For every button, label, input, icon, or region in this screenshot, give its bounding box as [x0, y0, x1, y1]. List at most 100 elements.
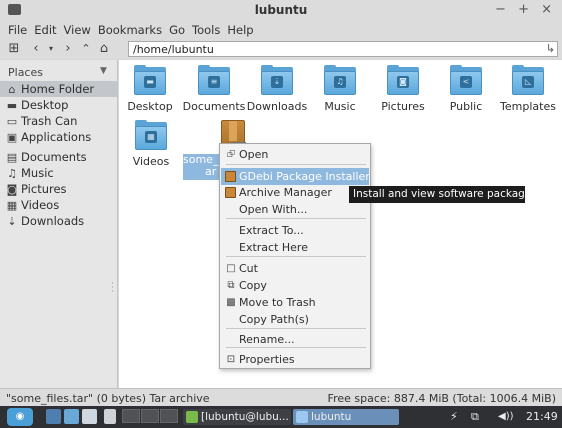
- menu-edit[interactable]: Edit: [30, 21, 59, 37]
- copy-icon: ⧉: [227, 280, 235, 291]
- taskbar: ◉ [lubuntu@lubu... lubuntu ⚡ ⧉ ◀)) 21:49: [0, 406, 562, 428]
- file-manager-icon: [296, 411, 308, 423]
- task-terminal[interactable]: [lubuntu@lubu...: [183, 409, 291, 425]
- sidebar-item-documents[interactable]: ▤ Documents: [0, 149, 117, 165]
- sidebar-item-downloads[interactable]: ⇣ Downloads: [0, 213, 117, 229]
- menu-item-copy-path-s[interactable]: Copy Path(s): [221, 311, 369, 328]
- home-icon[interactable]: ⌂: [97, 41, 111, 57]
- workspace-3[interactable]: [160, 409, 178, 423]
- file-item-videos[interactable]: ▦ Videos: [119, 120, 183, 168]
- task-file-manager[interactable]: lubuntu: [293, 409, 399, 425]
- menu-tools[interactable]: Tools: [188, 21, 223, 37]
- chevron-down-icon[interactable]: ▼: [100, 66, 107, 76]
- folder-desktop-icon: ▬: [134, 65, 166, 95]
- places-header[interactable]: Places ▼: [8, 66, 107, 79]
- context-menu: ⮺ Open GDebi Package Installer Archive Mana…: [219, 143, 371, 369]
- workspace-1[interactable]: [122, 409, 140, 423]
- window-switcher-icon[interactable]: [104, 409, 116, 424]
- status-bar: "some_files.tar" (0 bytes) Tar archive F…: [0, 388, 562, 406]
- start-menu-icon[interactable]: ◉: [7, 408, 33, 426]
- folder-downloads-icon: ⇣: [261, 65, 293, 95]
- file-item-downloads[interactable]: ⇣ Downloads: [245, 65, 309, 113]
- applications-icon: ▣: [6, 131, 18, 144]
- file-item-public[interactable]: < Public: [434, 65, 498, 113]
- gdebi-icon: [225, 171, 236, 182]
- sidebar-item-trash-can[interactable]: ▭ Trash Can: [0, 113, 117, 129]
- show-desktop-icon[interactable]: [82, 409, 97, 424]
- sidebar-item-desktop[interactable]: ▬ Desktop: [0, 97, 117, 113]
- file-item-desktop[interactable]: ▬ Desktop: [118, 65, 182, 113]
- file-label: Documents: [182, 100, 246, 113]
- menu-item-open-with[interactable]: Open With...: [221, 201, 369, 218]
- menu-item-label: Open With...: [239, 203, 308, 216]
- menu-item-label: Cut: [239, 262, 258, 275]
- open-icon: ⮺: [226, 149, 236, 160]
- menu-item-label: Copy Path(s): [239, 313, 309, 326]
- menu-item-label: Move to Trash: [239, 296, 316, 309]
- menu-item-move-to-trash[interactable]: ▩ Move to Trash: [221, 294, 369, 311]
- menu-item-extract-to[interactable]: Extract To...: [221, 222, 369, 239]
- menu-go[interactable]: Go: [165, 21, 188, 37]
- new-tab-icon[interactable]: ⊞: [7, 41, 21, 57]
- home-icon: ⌂: [8, 83, 16, 96]
- menu-item-rename[interactable]: Rename...: [221, 331, 369, 348]
- file-manager-launcher-icon[interactable]: [46, 409, 61, 424]
- sidebar-item-music[interactable]: ♫ Music: [0, 165, 117, 181]
- menu-item-label: Open: [239, 148, 269, 161]
- tooltip: Install and view software packages: [349, 186, 537, 203]
- menu-item-copy[interactable]: ⧉ Copy: [221, 277, 369, 294]
- volume-icon[interactable]: ◀)): [498, 409, 514, 425]
- menu-item-label: Extract Here: [239, 241, 308, 254]
- title-bar: lubuntu − + ×: [0, 0, 562, 21]
- menu-item-label: Properties: [239, 353, 295, 366]
- up-icon[interactable]: ⌃: [80, 41, 92, 57]
- workspace-2[interactable]: [141, 409, 159, 423]
- window-controls[interactable]: − + ×: [495, 2, 556, 17]
- sidebar-item-home-folder[interactable]: ⌂ Home Folder: [0, 81, 117, 97]
- status-free-space: Free space: 887.4 MiB (Total: 1006.4 MiB…: [327, 392, 556, 405]
- menu-separator: [226, 256, 366, 257]
- sidebar-item-applications[interactable]: ▣ Applications: [0, 129, 117, 145]
- status-file-info: "some_files.tar" (0 bytes) Tar archive: [6, 392, 210, 405]
- path-input[interactable]: /home/lubuntu ↳: [128, 41, 558, 57]
- sidebar-item-label: Applications: [21, 130, 92, 144]
- browser-launcher-icon[interactable]: [64, 409, 79, 424]
- back-icon[interactable]: ‹: [30, 41, 42, 57]
- history-dropdown-icon[interactable]: ▾: [45, 41, 57, 57]
- file-item-templates[interactable]: ◺ Templates: [496, 65, 560, 113]
- trash-icon: ▩: [226, 297, 236, 308]
- trash-icon: ▭: [6, 115, 18, 128]
- menu-item-archive-manager[interactable]: Archive Manager: [221, 184, 369, 201]
- file-item-music[interactable]: ♫ Music: [308, 65, 372, 113]
- menu-item-extract-here[interactable]: Extract Here: [221, 239, 369, 256]
- menu-item-open[interactable]: ⮺ Open: [221, 146, 369, 163]
- menu-item-label: Copy: [239, 279, 267, 292]
- go-icon[interactable]: ↳: [546, 42, 555, 55]
- sidebar-item-label: Documents: [21, 150, 87, 164]
- menu-bar: File Edit View Bookmarks Go Tools Help: [0, 21, 562, 39]
- clock[interactable]: 21:49: [526, 409, 558, 425]
- menu-file[interactable]: File: [0, 21, 30, 37]
- file-label: Public: [449, 100, 483, 113]
- menu-item-properties[interactable]: ⊡ Properties: [221, 351, 369, 368]
- cut-icon: □: [226, 263, 236, 274]
- sidebar-item-label: Videos: [21, 198, 60, 212]
- folder-music-icon: ♫: [324, 65, 356, 95]
- sidebar-item-label: Music: [21, 166, 54, 180]
- menu-view[interactable]: View: [60, 21, 94, 37]
- file-item-documents[interactable]: ≡ Documents: [182, 65, 246, 113]
- forward-icon[interactable]: ›: [62, 41, 74, 57]
- battery-icon[interactable]: ⚡: [450, 409, 458, 425]
- sidebar-item-label: Pictures: [21, 182, 67, 196]
- sidebar-item-pictures[interactable]: ◙ Pictures: [0, 181, 117, 197]
- network-icon[interactable]: ⧉: [471, 409, 479, 425]
- file-item-pictures[interactable]: ◙ Pictures: [371, 65, 435, 113]
- menu-item-cut[interactable]: □ Cut: [221, 260, 369, 277]
- menu-item-gdebi-package-installer[interactable]: GDebi Package Installer: [221, 168, 370, 185]
- pictures-icon: ◙: [6, 183, 18, 196]
- pane-resize-handle[interactable]: · · ·: [111, 280, 114, 297]
- menu-bookmarks[interactable]: Bookmarks: [94, 21, 165, 37]
- file-label: Videos: [132, 155, 170, 168]
- menu-help[interactable]: Help: [223, 21, 256, 37]
- sidebar-item-videos[interactable]: ▦ Videos: [0, 197, 117, 213]
